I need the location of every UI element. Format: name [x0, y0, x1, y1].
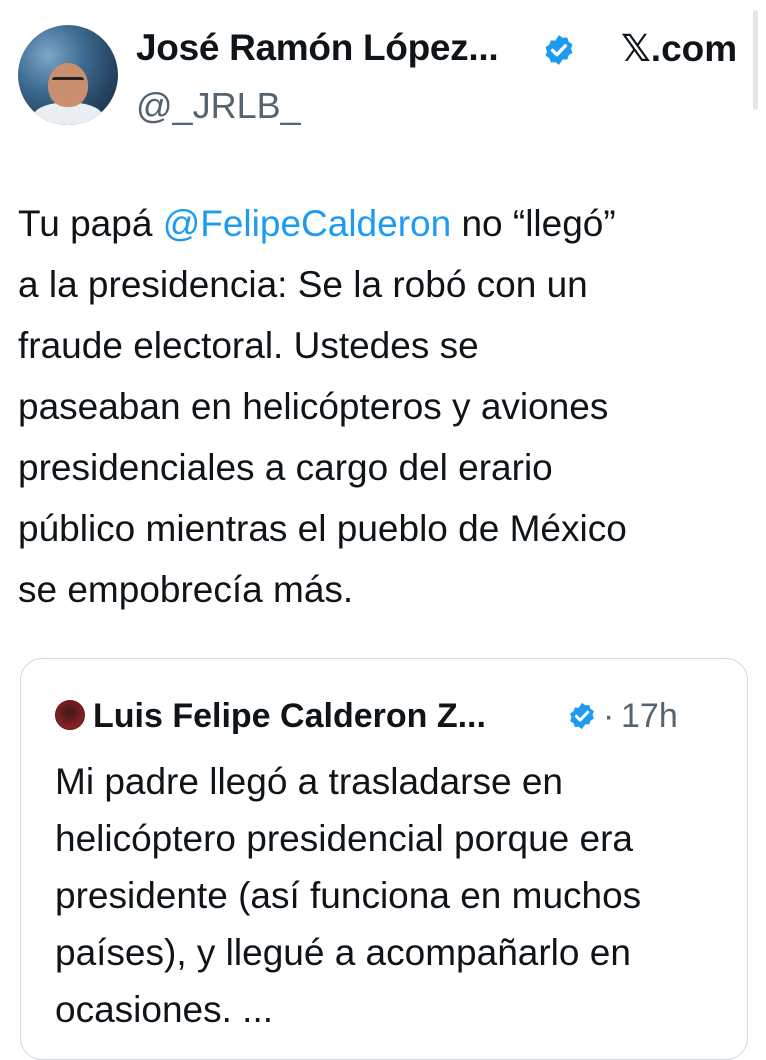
tweet-text-segment: Tu papá	[18, 203, 163, 244]
author-handle[interactable]: @_JRLB_	[136, 85, 301, 127]
tweet-text-segment: no “llegó”	[451, 203, 616, 244]
avatar-glasses	[52, 77, 84, 90]
author-avatar[interactable]	[18, 25, 118, 125]
tweet-line: a la presidencia: Se la robó con un	[18, 264, 588, 305]
quoted-tweet-line: Mi padre llegó a trasladarse en	[55, 761, 564, 802]
quoted-author-avatar[interactable]	[55, 700, 85, 730]
quoted-tweet-card[interactable]: Luis Felipe Calderon Z... · 17h Mi padre…	[20, 658, 748, 1060]
tweet-line: fraude electoral. Ustedes se	[18, 325, 479, 366]
quoted-author-name[interactable]: Luis Felipe Calderon Z...	[93, 697, 486, 736]
tweet-line: presidenciales a cargo del erario	[18, 447, 553, 488]
scrollbar[interactable]	[753, 10, 758, 110]
tweet-header: José Ramón López... 𝕏.com @_JRLB_	[18, 25, 758, 135]
tweet-body: Tu papá @FelipeCalderon no “llegó” a la …	[18, 193, 748, 620]
tweet-line: paseaban en helicópteros y aviones	[18, 386, 609, 427]
tweet-line: público mientras el pueblo de México	[18, 508, 627, 549]
tweet-line: Tu papá @FelipeCalderon no “llegó”	[18, 193, 748, 254]
quoted-tweet-line: presidente (así funciona en muchos	[55, 875, 642, 916]
verified-badge-icon	[570, 702, 594, 730]
quoted-tweet-body: Mi padre llegó a trasladarse en helicópt…	[55, 753, 735, 1038]
quoted-tweet-line: helicóptero presidencial porque era	[55, 818, 633, 859]
quoted-tweet-time[interactable]: 17h	[621, 697, 678, 736]
quoted-tweet-line: países), y llegué a acompañarlo en	[55, 932, 631, 973]
mention-link[interactable]: @FelipeCalderon	[163, 203, 451, 244]
quoted-tweet-line: ocasiones. ...	[55, 989, 274, 1030]
tweet-line: se empobrecía más.	[18, 569, 354, 610]
separator-dot: ·	[603, 697, 615, 735]
site-label: 𝕏.com	[621, 28, 738, 69]
verified-badge-icon	[545, 35, 573, 65]
author-display-name[interactable]: José Ramón López...	[136, 27, 499, 69]
